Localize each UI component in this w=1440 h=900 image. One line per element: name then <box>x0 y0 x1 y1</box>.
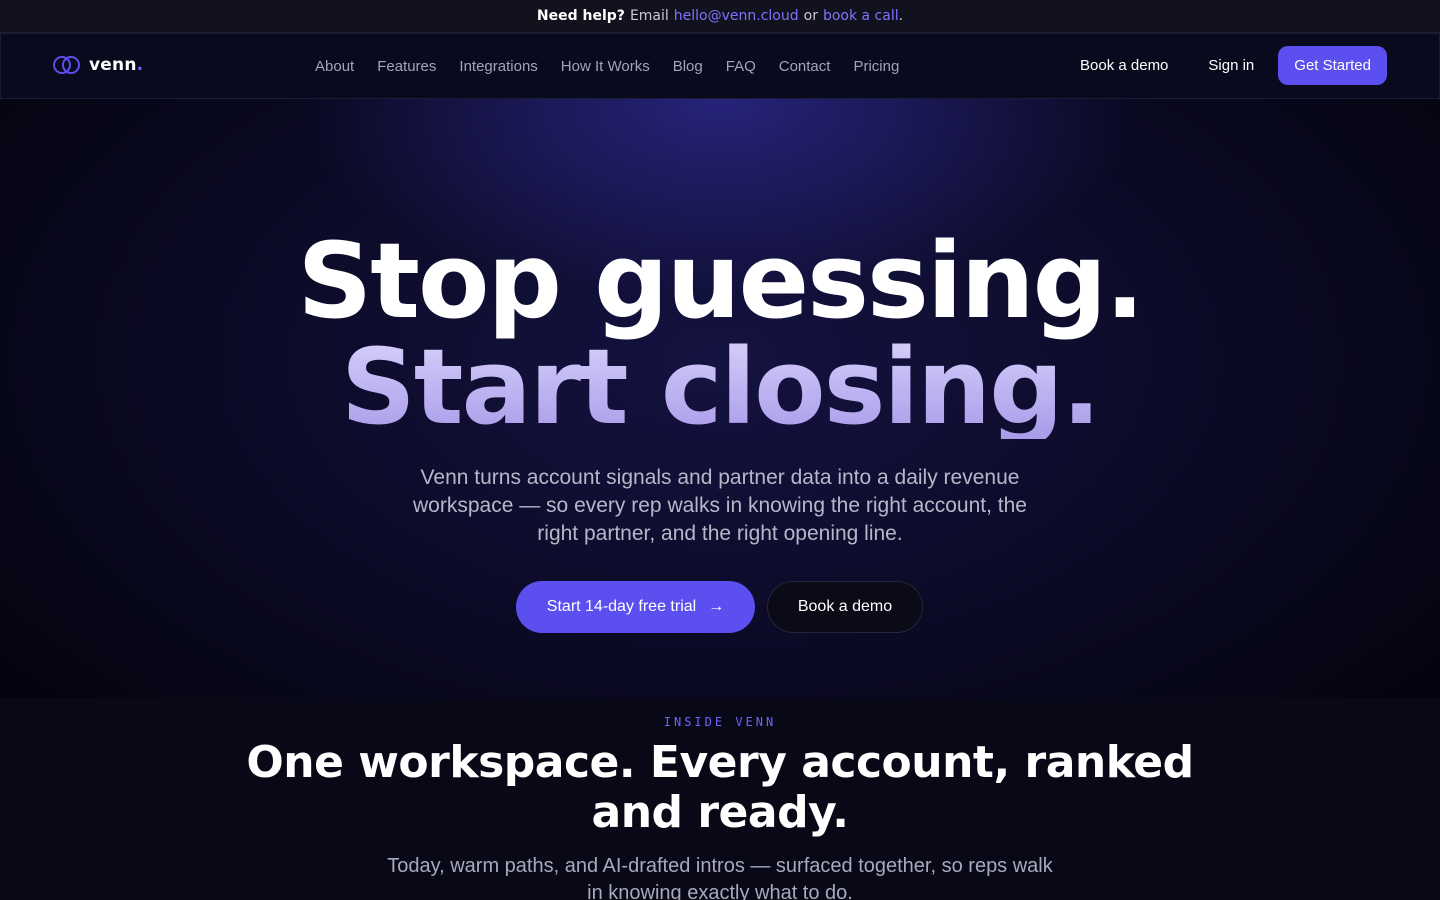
section-subtitle: Today, warm paths, and AI-drafted intros… <box>387 855 1053 900</box>
help-lead: Need help? <box>536 8 625 24</box>
section-eyebrow: INSIDE VENN <box>663 715 777 729</box>
help-or: or <box>803 8 818 24</box>
hero-title-line-2: Start closing. <box>0 335 1440 439</box>
start-trial-button[interactable]: Start 14-day free trial → <box>516 581 755 633</box>
help-email-prefix: Email <box>629 8 669 24</box>
nav-link-faq[interactable]: FAQ <box>726 58 756 75</box>
get-started-button[interactable]: Get Started <box>1278 46 1387 85</box>
top-nav: venn. About Features Integrations How It… <box>0 33 1440 99</box>
sign-in-button[interactable]: Sign in <box>1194 47 1268 84</box>
nav-links: About Features Integrations How It Works… <box>315 34 922 98</box>
book-demo-hero-button[interactable]: Book a demo <box>767 581 923 633</box>
nav-link-pricing[interactable]: Pricing <box>853 58 899 75</box>
venn-logo-icon <box>53 56 80 74</box>
help-email-link[interactable]: hello@venn.cloud <box>674 8 799 24</box>
book-call-link[interactable]: book a call <box>823 8 899 24</box>
nav-link-how-it-works[interactable]: How It Works <box>561 58 650 75</box>
nav-link-integrations[interactable]: Integrations <box>459 58 537 75</box>
brand-name: venn <box>89 55 137 75</box>
landing-page: Need help? Email hello@venn.cloud or boo… <box>0 0 1440 900</box>
hero-title-line-1: Stop guessing. <box>297 220 1144 342</box>
help-end: . <box>898 8 904 24</box>
book-demo-nav-button[interactable]: Book a demo <box>1066 47 1182 84</box>
nav-link-features[interactable]: Features <box>377 58 436 75</box>
arrow-right-icon: → <box>708 598 725 615</box>
nav-link-about[interactable]: About <box>315 58 354 75</box>
hero: Stop guessing. Start closing. Venn turns… <box>0 99 1440 698</box>
inside-venn-section: INSIDE VENN One workspace. Every account… <box>0 698 1440 900</box>
nav-actions: Book a demo Sign in Get Started <box>1054 46 1387 85</box>
logo[interactable]: venn. <box>53 55 143 75</box>
start-trial-label: Start 14-day free trial <box>546 598 697 615</box>
hero-subtitle: Venn turns account signals and partner d… <box>413 466 1027 545</box>
nav-link-contact[interactable]: Contact <box>779 58 831 75</box>
book-demo-hero-label: Book a demo <box>797 598 893 615</box>
help-bar: Need help? Email hello@venn.cloud or boo… <box>0 0 1440 33</box>
nav-link-blog[interactable]: Blog <box>673 58 703 75</box>
brand-dot: . <box>136 55 144 75</box>
section-title: One workspace. Every account, ranked and… <box>246 737 1194 838</box>
